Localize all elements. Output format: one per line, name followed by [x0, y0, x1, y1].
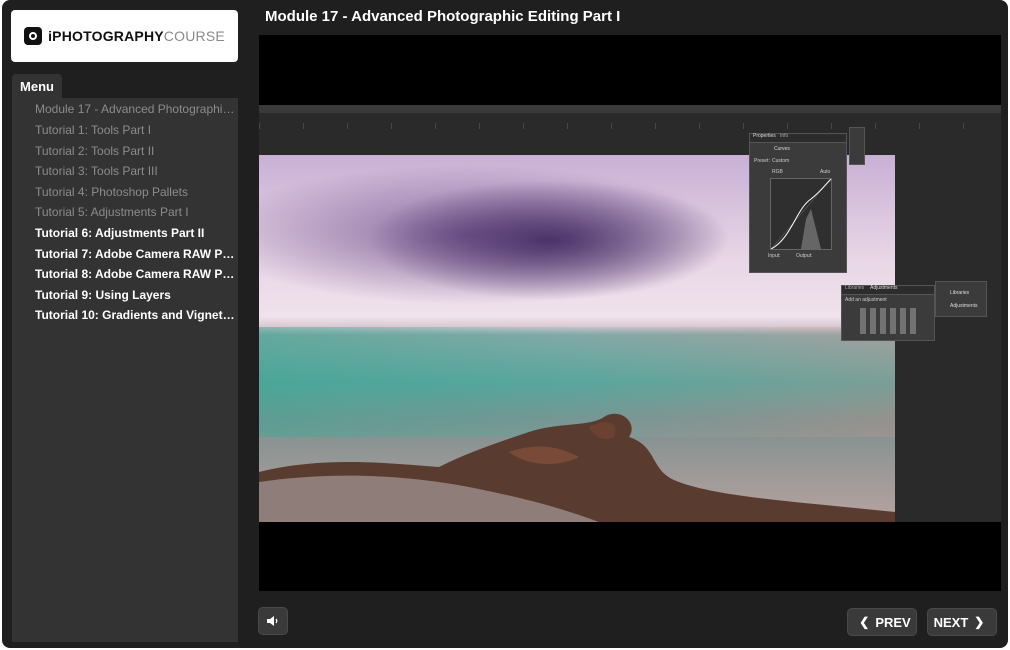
sound-button[interactable] [258, 607, 288, 635]
properties-panel: Properties Info Curves Preset: Custom RG… [749, 133, 847, 273]
logo-brand-bold: iPHOTOGRAPHY [48, 28, 164, 44]
preset-value: Custom [772, 158, 790, 164]
input-label: Input: [768, 253, 781, 259]
menu-item-tutorial-3[interactable]: Tutorial 3: Tools Part III [35, 164, 238, 178]
prev-label: PREV [875, 614, 911, 630]
menu-item-tutorial-10[interactable]: Tutorial 10: Gradients and Vignettes [35, 308, 238, 322]
rocks-illustration [259, 413, 895, 522]
adjustments-panel: Libraries Adjustments Add an adjustment [841, 285, 935, 341]
menu-item-tutorial-4[interactable]: Tutorial 4: Photoshop Pallets [35, 185, 238, 199]
prev-button[interactable]: ❮ PREV [847, 608, 917, 636]
chevron-left-icon: ❮ [859, 615, 870, 629]
menu-item-tutorial-6[interactable]: Tutorial 6: Adjustments Part II [35, 226, 238, 240]
course-player-window: iPHOTOGRAPHY COURSE Menu Module 17 - Adva… [2, 0, 1008, 648]
panel-dock [849, 127, 865, 165]
preset-label: Preset: [754, 158, 770, 164]
page-title: Module 17 - Advanced Photographic Editin… [265, 8, 621, 25]
menu-item-module[interactable]: Module 17 - Advanced Photographic Editin… [35, 102, 238, 116]
side-panel: Libraries Adjustments [935, 281, 987, 317]
add-adjustment-hint: Add an adjustment [845, 297, 887, 303]
info-tab: Info [780, 133, 789, 139]
menu-item-tutorial-8[interactable]: Tutorial 8: Adobe Camera RAW Part II [35, 267, 238, 281]
side-libraries: Libraries [950, 290, 970, 296]
video-player[interactable]: Properties Info Curves Preset: Custom RG… [259, 35, 1001, 591]
photoshop-options-bar [259, 105, 1001, 113]
photoshop-ruler [259, 123, 1001, 129]
video-frame-photoshop: Properties Info Curves Preset: Custom RG… [259, 105, 1001, 522]
sidebar-menu: Module 17 - Advanced Photographic Editin… [12, 98, 238, 642]
chevron-right-icon: ❯ [974, 615, 985, 629]
speaker-icon [267, 616, 278, 626]
output-label: Output: [796, 253, 813, 259]
libraries-tab: Libraries [845, 285, 865, 291]
adjustments-tab: Adjustments [870, 285, 898, 291]
menu-item-tutorial-2[interactable]: Tutorial 2: Tools Part II [35, 144, 238, 158]
auto-button: Auto [820, 169, 831, 175]
menu-item-tutorial-9[interactable]: Tutorial 9: Using Layers [35, 288, 238, 302]
menu-item-tutorial-7[interactable]: Tutorial 7: Adobe Camera RAW Part I [35, 247, 238, 261]
curves-layer-label: Curves [774, 146, 790, 152]
next-label: NEXT [933, 614, 969, 630]
logo[interactable]: iPHOTOGRAPHY COURSE [11, 10, 238, 62]
camera-lens-icon [24, 27, 43, 45]
curves-graph [770, 178, 832, 250]
menu-item-tutorial-5[interactable]: Tutorial 5: Adjustments Part I [35, 205, 238, 219]
menu-tab[interactable]: Menu [12, 74, 62, 98]
adjustment-icons [860, 308, 920, 334]
next-button[interactable]: NEXT ❯ [927, 608, 997, 636]
channel-value: RGB [772, 169, 783, 175]
menu-item-tutorial-1[interactable]: Tutorial 1: Tools Part I [35, 123, 238, 137]
logo-brand-light: COURSE [163, 28, 225, 44]
side-adjustments: Adjustments [950, 303, 978, 309]
properties-tab: Properties [753, 133, 776, 139]
